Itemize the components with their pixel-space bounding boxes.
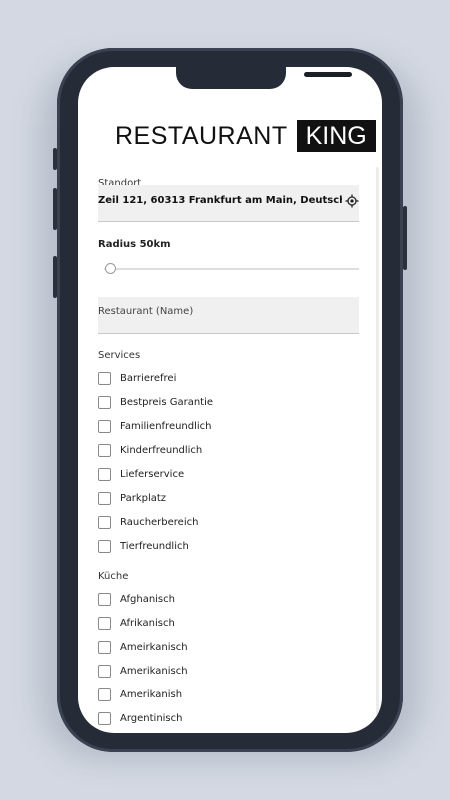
volume-down-button (53, 256, 57, 298)
logo-word: RESTAURANT (115, 122, 288, 150)
service-option[interactable]: Lieferservice (98, 466, 184, 482)
checkbox-label: Lieferservice (120, 468, 185, 480)
checkbox-label: Ameirkanisch (120, 641, 188, 653)
checkbox-label: Tierfreundlich (120, 540, 189, 552)
kueche-option[interactable]: Ameirkanisch (98, 639, 188, 655)
checkbox-label: Bestpreis Garantie (120, 396, 214, 408)
kueche-option[interactable]: Amerikanisch (98, 663, 188, 679)
scrollbar[interactable] (376, 167, 379, 727)
checkbox[interactable] (98, 395, 111, 409)
checkbox[interactable] (98, 687, 111, 701)
checkbox[interactable] (98, 419, 111, 433)
speaker (304, 72, 352, 77)
location-target-icon[interactable] (345, 194, 359, 208)
checkbox[interactable] (98, 539, 111, 553)
checkbox[interactable] (98, 616, 111, 630)
location-value: Zeil 121, 60313 Frankfurt am Main, Deuts… (98, 195, 342, 206)
notch (176, 67, 352, 89)
power-button (403, 206, 407, 270)
service-option[interactable]: Barrierefrei (98, 370, 176, 386)
service-option[interactable]: Familienfreundlich (98, 418, 212, 434)
service-option[interactable]: Bestpreis Garantie (98, 394, 213, 410)
checkbox-label: Kinderfreundlich (120, 444, 203, 456)
restaurant-name-placeholder: Restaurant (Name) (98, 306, 194, 317)
checkbox-label: Amerikanisch (120, 665, 188, 677)
checkbox-label: Afrikanisch (120, 617, 175, 629)
kueche-option[interactable]: Amerikanish (98, 686, 182, 702)
checkbox[interactable] (98, 640, 111, 654)
checkbox[interactable] (98, 664, 111, 678)
kueche-option[interactable]: Argentinisch (98, 710, 182, 726)
checkbox[interactable] (98, 491, 111, 505)
service-option[interactable]: Parkplatz (98, 490, 166, 506)
kueche-option[interactable]: Afrikanisch (98, 615, 175, 631)
checkbox[interactable] (98, 467, 111, 481)
mute-switch (53, 148, 57, 170)
service-option[interactable]: Kinderfreundlich (98, 442, 202, 458)
checkbox[interactable] (98, 711, 111, 725)
checkbox-label: Parkplatz (120, 492, 167, 504)
restaurant-name-field[interactable]: Restaurant (Name) (98, 297, 359, 334)
app-screen: RESTAURANT KING Standort Zeil 121, 60313… (78, 67, 382, 733)
kueche-title: Küche (98, 571, 129, 582)
kueche-option[interactable]: Afghanisch (98, 591, 175, 607)
checkbox-label: Barrierefrei (120, 372, 177, 384)
checkbox-label: Familienfreundlich (120, 420, 212, 432)
radius-label: Radius 50km (98, 239, 171, 250)
checkbox-label: Argentinisch (120, 712, 183, 724)
logo-badge: KING (296, 120, 376, 152)
location-field[interactable]: Zeil 121, 60313 Frankfurt am Main, Deuts… (98, 185, 359, 222)
radius-slider-track[interactable] (104, 268, 359, 270)
services-title: Services (98, 350, 141, 361)
service-option[interactable]: Tierfreundlich (98, 538, 189, 554)
checkbox-label: Amerikanish (120, 688, 183, 700)
radius-slider-thumb[interactable] (105, 263, 116, 274)
checkbox-label: Raucherbereich (120, 516, 199, 528)
volume-up-button (53, 188, 57, 230)
checkbox-label: Afghanisch (120, 593, 175, 605)
restaurant-king-logo: RESTAURANT KING (115, 120, 376, 152)
checkbox[interactable] (98, 515, 111, 529)
checkbox[interactable] (98, 443, 111, 457)
checkbox[interactable] (98, 592, 111, 606)
checkbox[interactable] (98, 371, 111, 385)
service-option[interactable]: Raucherbereich (98, 514, 198, 530)
